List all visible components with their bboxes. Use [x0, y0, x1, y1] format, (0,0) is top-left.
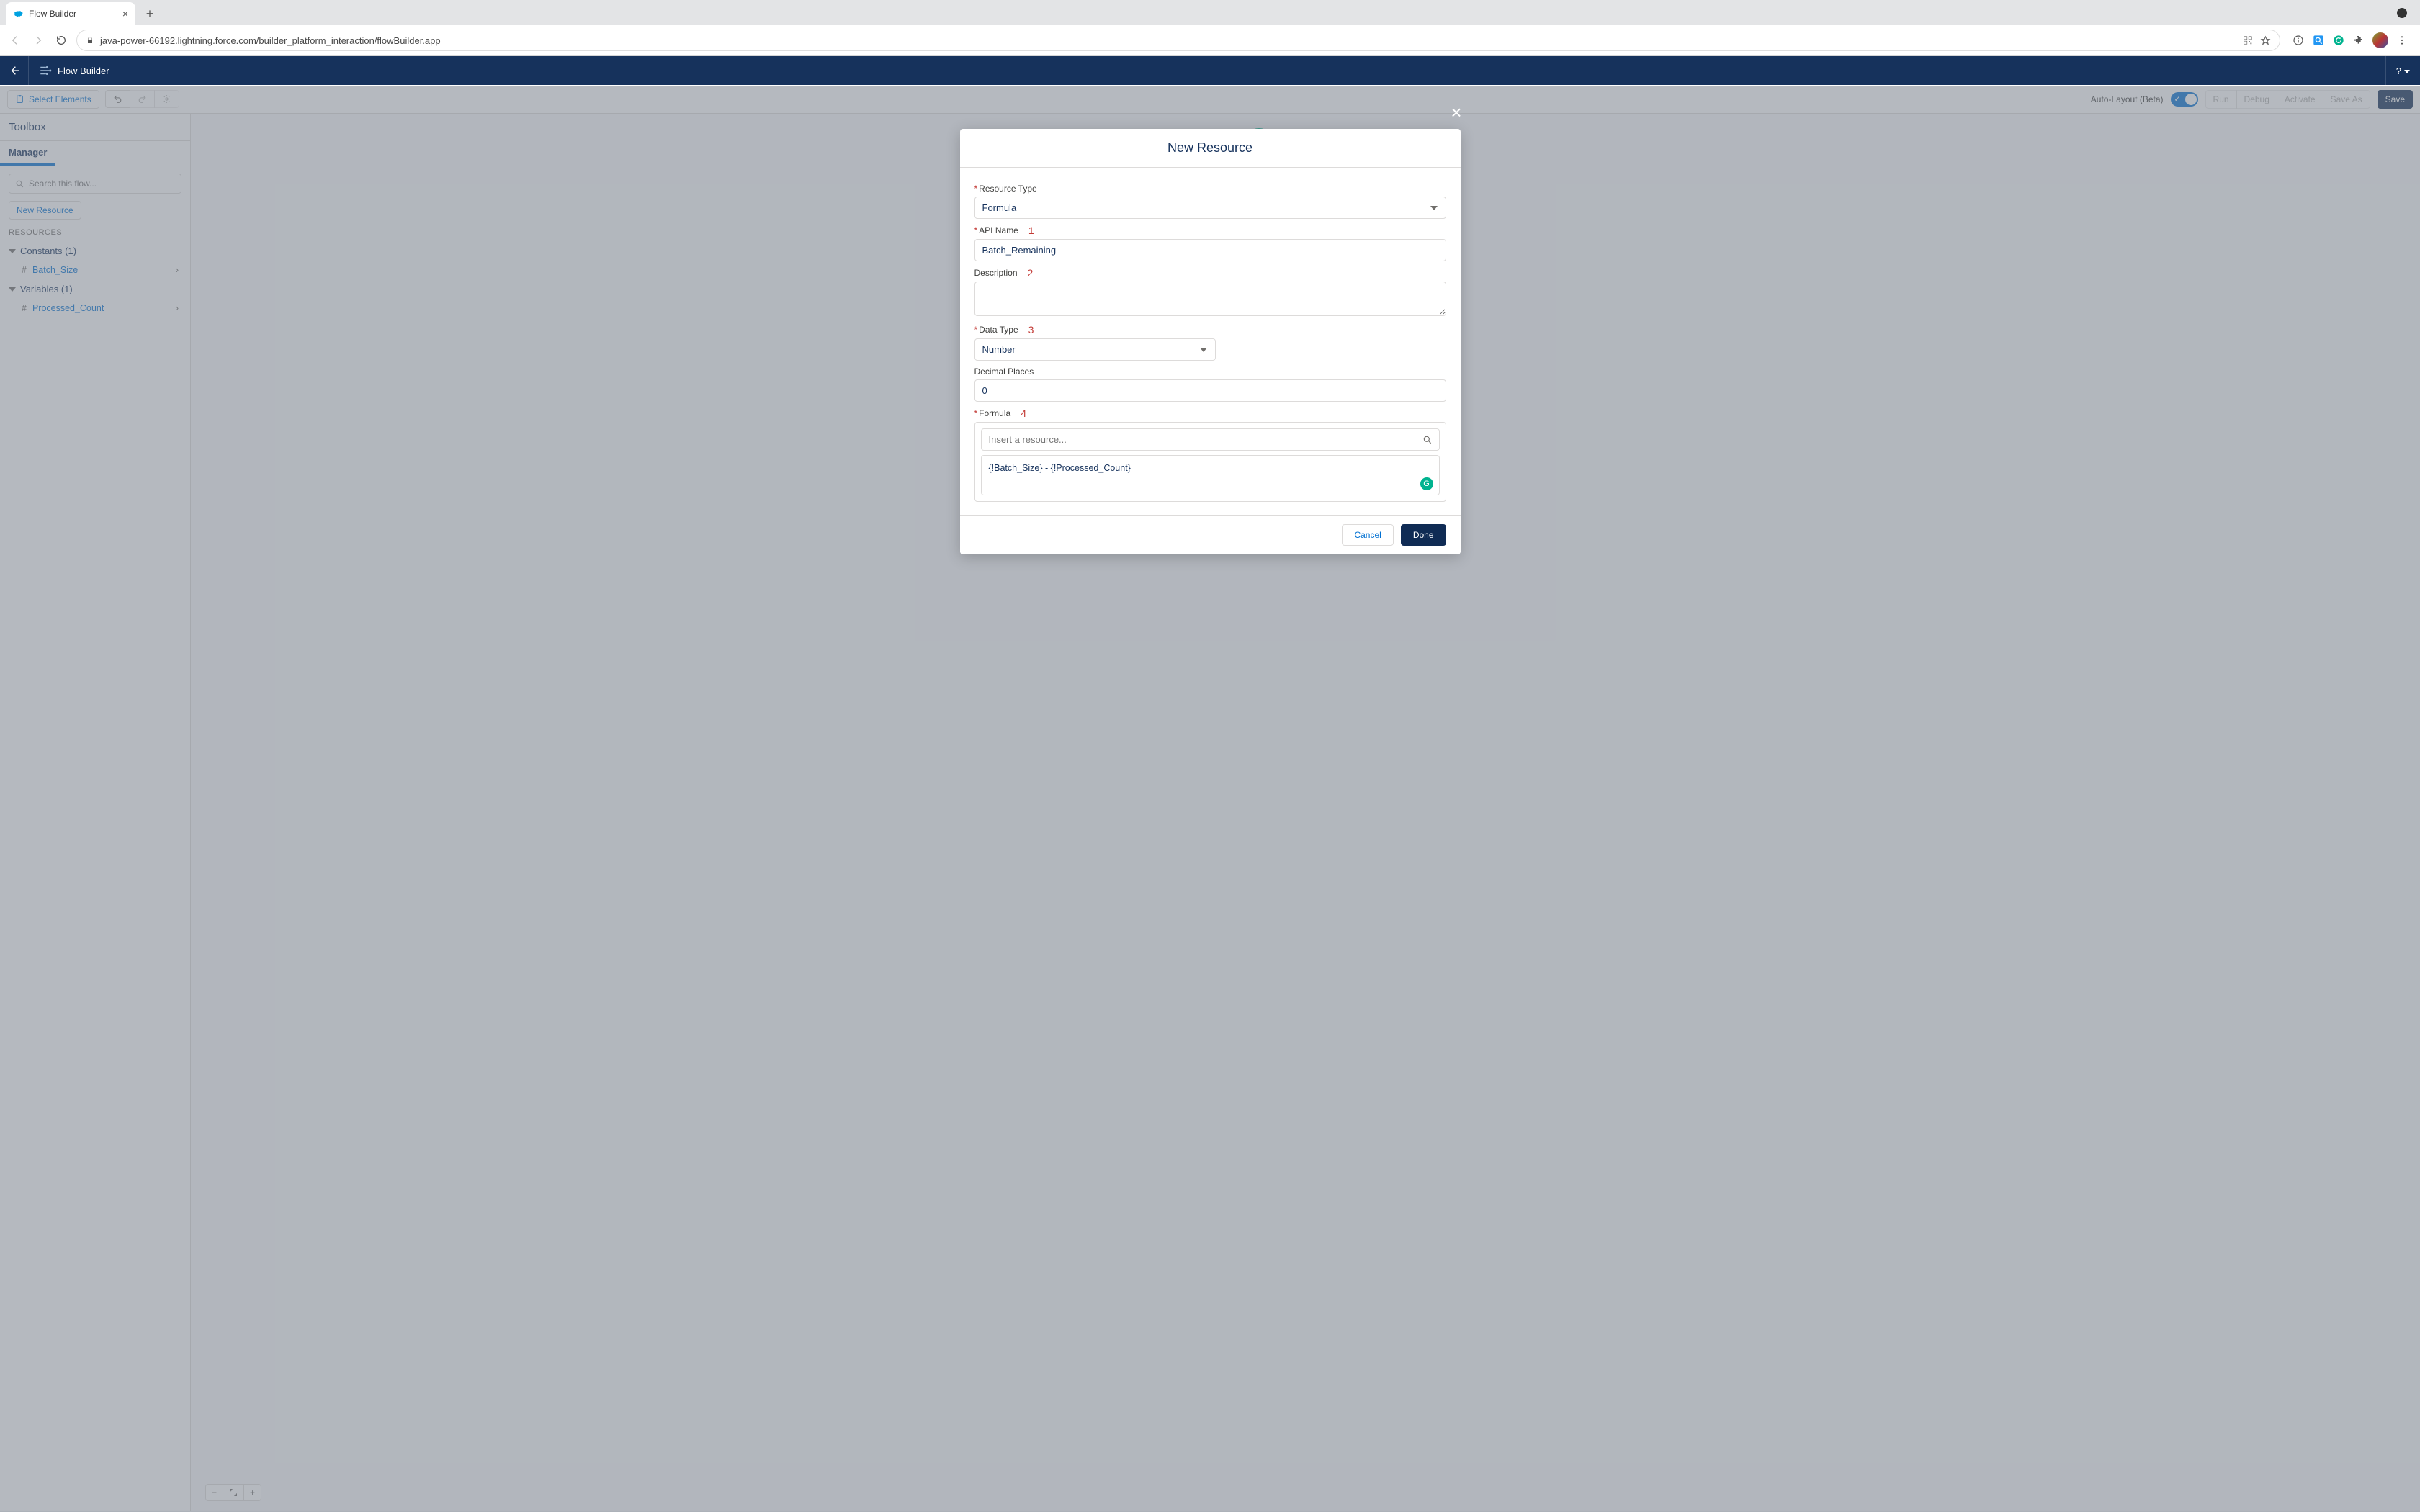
modal-footer: Cancel Done [960, 515, 1461, 554]
callout-3: 3 [1028, 324, 1034, 336]
formula-section: {!Batch_Size} - {!Processed_Count} G [974, 422, 1446, 502]
extension-icons [2287, 32, 2413, 48]
user-avatar[interactable] [2372, 32, 2388, 48]
new-tab-button[interactable]: + [140, 4, 160, 24]
resource-lookup-input[interactable] [981, 428, 1440, 451]
tab-close-icon[interactable]: × [122, 8, 128, 19]
formula-label: *Formula4 [974, 408, 1446, 419]
help-label: ? [2396, 66, 2410, 76]
cancel-button[interactable]: Cancel [1342, 524, 1393, 546]
qr-icon[interactable] [2243, 35, 2253, 45]
more-icon[interactable] [2396, 34, 2408, 47]
search-icon [1422, 435, 1433, 445]
app-help-menu[interactable]: ? [2385, 56, 2420, 85]
lock-icon [86, 36, 94, 45]
nav-back-button[interactable] [7, 32, 23, 48]
api-name-input[interactable] [974, 239, 1446, 261]
info-icon[interactable] [2292, 34, 2305, 47]
nav-reload-button[interactable] [53, 32, 69, 48]
grammarly-icon[interactable] [2332, 34, 2345, 47]
resource-lookup[interactable] [981, 428, 1440, 451]
tab-strip: Flow Builder × + [0, 0, 2420, 25]
modal-overlay[interactable]: × New Resource *Resource Type Formula *A… [0, 86, 2420, 1512]
extensions-icon[interactable] [2352, 34, 2365, 47]
modal-close-button[interactable]: × [1451, 102, 1461, 124]
address-row: java-power-66192.lightning.force.com/bui… [0, 25, 2420, 56]
data-type-select[interactable]: Number [974, 338, 1216, 361]
flow-builder-icon [39, 64, 52, 77]
overlay-scope: × New Resource *Resource Type Formula *A… [0, 86, 2420, 1512]
app-title-area: Flow Builder [29, 56, 120, 85]
search-ext-icon[interactable] [2312, 34, 2325, 47]
resource-type-label: *Resource Type [974, 184, 1446, 194]
modal-body: *Resource Type Formula *API Name1 Descri… [960, 168, 1461, 515]
done-button[interactable]: Done [1401, 524, 1446, 546]
star-icon[interactable] [2260, 35, 2271, 46]
browser-chrome: Flow Builder × + java-power-66192.lightn… [0, 0, 2420, 56]
browser-tab[interactable]: Flow Builder × [6, 2, 135, 25]
arrow-right-icon [32, 35, 44, 46]
salesforce-cloud-icon [13, 9, 23, 19]
profile-dot-icon[interactable] [2397, 8, 2407, 18]
callout-4: 4 [1021, 408, 1026, 419]
callout-2: 2 [1028, 267, 1034, 279]
formula-textarea[interactable]: {!Batch_Size} - {!Processed_Count} G [981, 455, 1440, 495]
address-bar[interactable]: java-power-66192.lightning.force.com/bui… [76, 30, 2280, 51]
data-type-label: *Data Type3 [974, 324, 1446, 336]
grammarly-badge-icon: G [1420, 477, 1433, 490]
reload-icon [55, 35, 67, 46]
decimal-places-label: Decimal Places [974, 366, 1446, 377]
app-header: Flow Builder ? [0, 56, 2420, 85]
arrow-left-icon [9, 35, 21, 46]
tab-title: Flow Builder [29, 9, 76, 19]
description-label: Description2 [974, 267, 1446, 279]
new-resource-modal: × New Resource *Resource Type Formula *A… [960, 129, 1461, 554]
app-back-button[interactable] [0, 56, 29, 85]
decimal-places-input[interactable] [974, 379, 1446, 402]
resource-type-select[interactable]: Formula [974, 197, 1446, 219]
callout-1: 1 [1028, 225, 1034, 236]
description-textarea[interactable] [974, 282, 1446, 316]
arrow-left-icon [9, 65, 20, 76]
app-title: Flow Builder [58, 66, 109, 76]
modal-title: New Resource [960, 129, 1461, 168]
nav-forward-button[interactable] [30, 32, 46, 48]
api-name-label: *API Name1 [974, 225, 1446, 236]
url-text: java-power-66192.lightning.force.com/bui… [100, 35, 441, 46]
